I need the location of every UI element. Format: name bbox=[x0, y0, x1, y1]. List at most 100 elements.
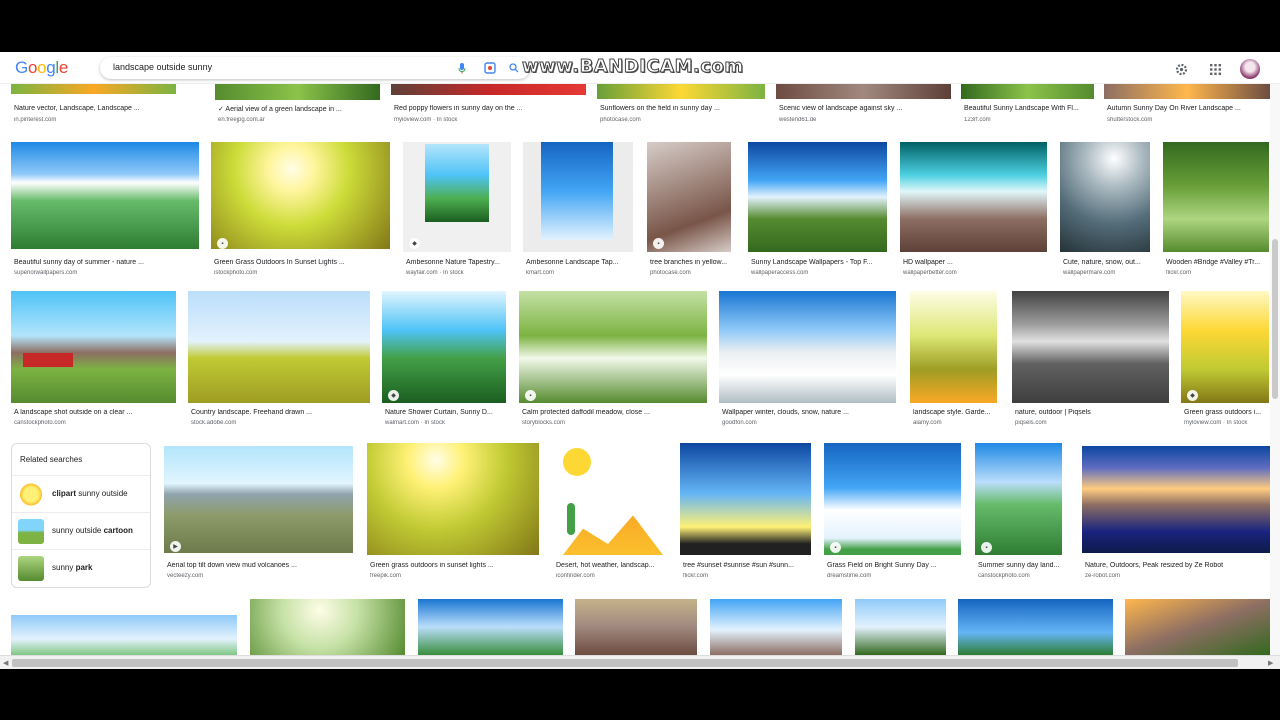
horizontal-scrollbar-thumb[interactable] bbox=[12, 659, 1238, 667]
image-result[interactable]: Scenic view of landscape against sky ...… bbox=[776, 81, 951, 127]
result-caption[interactable]: Summer sunny day land... bbox=[978, 562, 1063, 569]
image-result[interactable] bbox=[11, 615, 237, 655]
result-caption[interactable]: nature, outdoor | Piqsels bbox=[1015, 409, 1170, 416]
image-result[interactable]: Red poppy flowers in sunny day on the ..… bbox=[391, 81, 586, 127]
result-caption[interactable]: ✓ Aerial view of a green landscape in ..… bbox=[218, 105, 378, 113]
microphone-icon[interactable] bbox=[455, 61, 469, 75]
result-caption[interactable]: Green grass outdoors i... bbox=[1184, 409, 1270, 416]
gear-icon[interactable] bbox=[1172, 60, 1190, 78]
result-caption[interactable]: landscape style. Garde... bbox=[913, 409, 998, 416]
result-caption[interactable]: tree branches in yellow... bbox=[650, 259, 732, 266]
image-result[interactable]: Nature, Outdoors, Peak resized by Ze Rob… bbox=[1082, 446, 1270, 586]
result-caption[interactable]: Ambesonne Landscape Tap... bbox=[526, 259, 634, 266]
result-caption[interactable]: Green Grass Outdoors In Sunset Lights ..… bbox=[214, 259, 389, 266]
search-input[interactable]: landscape outside sunny bbox=[100, 57, 530, 79]
image-result[interactable] bbox=[1125, 599, 1270, 655]
result-source: istockphoto.com bbox=[214, 270, 258, 276]
image-result[interactable] bbox=[418, 599, 563, 655]
search-query-text[interactable]: landscape outside sunny bbox=[113, 62, 212, 72]
image-result[interactable]: tree #sunset #sunrise #sun #sunn... flic… bbox=[680, 443, 811, 586]
result-caption[interactable]: Green grass outdoors in sunset lights ..… bbox=[370, 562, 540, 569]
image-result[interactable]: nature, outdoor | Piqsels piqsels.com bbox=[1012, 291, 1169, 431]
result-caption[interactable]: Nature, Outdoors, Peak resized by Ze Rob… bbox=[1085, 562, 1271, 569]
related-search-cartoon[interactable]: sunny outside cartoon bbox=[12, 512, 150, 548]
result-caption[interactable]: Sunflowers on the field in sunny day ... bbox=[600, 105, 760, 112]
image-result[interactable]: Cute, nature, snow, out... wallpapermare… bbox=[1060, 142, 1150, 280]
result-source: flickr.com bbox=[1166, 270, 1192, 276]
camera-lens-icon[interactable] bbox=[483, 61, 497, 75]
result-caption[interactable]: Wallpaper winter, clouds, snow, nature .… bbox=[722, 409, 897, 416]
image-result[interactable]: Nature vector, Landscape, Landscape ... … bbox=[11, 81, 176, 127]
image-result[interactable]: Wooden #Bridge #Valley #Tr... flickr.com bbox=[1163, 142, 1269, 280]
result-caption[interactable]: Sunny Landscape Wallpapers - Top F... bbox=[751, 259, 888, 266]
image-result[interactable] bbox=[250, 599, 405, 655]
result-caption[interactable]: Wooden #Bridge #Valley #Tr... bbox=[1166, 259, 1270, 266]
image-result[interactable]: ▪ Calm protected daffodil meadow, close … bbox=[519, 291, 707, 431]
image-result[interactable]: Sunny Landscape Wallpapers - Top F... wa… bbox=[748, 142, 887, 280]
result-source: myloview.com · In stock bbox=[394, 117, 458, 123]
result-source: wayfair.com · In stock bbox=[406, 270, 464, 276]
related-search-clipart[interactable]: clipart sunny outside bbox=[12, 475, 150, 511]
image-result[interactable]: Beautiful sunny day of summer - nature .… bbox=[11, 142, 199, 280]
image-result[interactable]: ◆ Green grass outdoors i... myloview.com… bbox=[1181, 291, 1269, 431]
result-caption[interactable]: A landscape shot outside on a clear ... bbox=[14, 409, 176, 416]
image-result[interactable]: Sunflowers on the field in sunny day ...… bbox=[597, 81, 765, 127]
image-result[interactable]: landscape style. Garde... alamy.com bbox=[910, 291, 997, 431]
result-source: piqsels.com bbox=[1015, 420, 1047, 426]
image-result[interactable]: Wallpaper winter, clouds, snow, nature .… bbox=[719, 291, 896, 431]
result-caption[interactable]: Beautiful sunny day of summer - nature .… bbox=[14, 259, 199, 266]
image-result[interactable]: HD wallpaper ... wallpaperbetter.com bbox=[900, 142, 1047, 280]
google-logo[interactable]: Google bbox=[15, 58, 68, 78]
image-result[interactable]: ▪ tree branches in yellow... photocase.c… bbox=[647, 142, 731, 280]
apps-grid-icon[interactable] bbox=[1206, 60, 1224, 78]
result-caption[interactable]: Calm protected daffodil meadow, close ..… bbox=[522, 409, 707, 416]
result-caption[interactable]: Beautiful Sunny Landscape With Fl... bbox=[964, 105, 1094, 112]
related-search-label[interactable]: clipart sunny outside bbox=[52, 489, 128, 498]
result-caption[interactable]: Scenic view of landscape against sky ... bbox=[779, 105, 949, 112]
result-caption[interactable]: HD wallpaper ... bbox=[903, 259, 1048, 266]
image-result[interactable] bbox=[855, 599, 946, 655]
result-source: ze-robot.com bbox=[1085, 573, 1121, 579]
image-result[interactable]: Beautiful Sunny Landscape With Fl... 123… bbox=[961, 81, 1094, 127]
result-caption[interactable]: Red poppy flowers in sunny day on the ..… bbox=[394, 105, 584, 112]
result-caption[interactable]: Aerial top tilt down view mud volcanoes … bbox=[167, 562, 353, 569]
vertical-scrollbar-thumb[interactable] bbox=[1272, 239, 1278, 399]
image-result[interactable]: Autumn Sunny Day On River Landscape ... … bbox=[1104, 81, 1270, 127]
image-result[interactable]: Desert, hot weather, landscap... iconfin… bbox=[553, 443, 667, 586]
image-result[interactable] bbox=[575, 599, 697, 655]
result-caption[interactable]: Grass Field on Bright Sunny Day ... bbox=[827, 562, 962, 569]
result-caption[interactable]: tree #sunset #sunrise #sun #sunn... bbox=[683, 562, 812, 569]
image-result[interactable] bbox=[710, 599, 842, 655]
image-result[interactable]: ▪ Summer sunny day land... canstockphoto… bbox=[975, 443, 1062, 586]
result-caption[interactable]: Autumn Sunny Day On River Landscape ... bbox=[1107, 105, 1267, 112]
horizontal-scrollbar[interactable]: ◀ ▶ bbox=[0, 655, 1280, 669]
image-result[interactable] bbox=[958, 599, 1113, 655]
result-source: wallpapermare.com bbox=[1063, 270, 1116, 276]
image-result[interactable]: ◆ Ambesonne Nature Tapestry... wayfair.c… bbox=[403, 142, 511, 280]
related-search-label[interactable]: sunny park bbox=[52, 563, 92, 572]
image-result[interactable]: ▪ Green Grass Outdoors In Sunset Lights … bbox=[211, 142, 390, 280]
image-result[interactable]: Ambesonne Landscape Tap... kmart.com bbox=[523, 142, 633, 280]
search-icon[interactable] bbox=[507, 61, 521, 75]
result-source: photocase.com bbox=[650, 270, 691, 276]
vertical-scrollbar[interactable] bbox=[1270, 84, 1280, 655]
image-result[interactable]: Country landscape. Freehand drawn ... st… bbox=[188, 291, 370, 431]
image-result[interactable]: Green grass outdoors in sunset lights ..… bbox=[367, 443, 539, 586]
result-caption[interactable]: Nature Shower Curtain, Sunny D... bbox=[385, 409, 507, 416]
avatar[interactable] bbox=[1240, 59, 1260, 79]
related-search-park[interactable]: sunny park bbox=[12, 549, 150, 585]
result-caption[interactable]: Cute, nature, snow, out... bbox=[1063, 259, 1151, 266]
scroll-right-icon[interactable]: ▶ bbox=[1268, 659, 1273, 667]
result-caption[interactable]: Ambesonne Nature Tapestry... bbox=[406, 259, 511, 266]
image-result[interactable]: ◆ Nature Shower Curtain, Sunny D... walm… bbox=[382, 291, 506, 431]
image-result[interactable]: ✓ Aerial view of a green landscape in ..… bbox=[215, 81, 380, 127]
result-caption[interactable]: Nature vector, Landscape, Landscape ... bbox=[14, 105, 174, 112]
image-result[interactable]: A landscape shot outside on a clear ... … bbox=[11, 291, 176, 431]
result-source: goodfon.com bbox=[722, 420, 757, 426]
result-caption[interactable]: Desert, hot weather, landscap... bbox=[556, 562, 668, 569]
image-result[interactable]: ▪ Grass Field on Bright Sunny Day ... dr… bbox=[824, 443, 961, 586]
related-search-label[interactable]: sunny outside cartoon bbox=[52, 526, 133, 535]
result-caption[interactable]: Country landscape. Freehand drawn ... bbox=[191, 409, 371, 416]
scroll-left-icon[interactable]: ◀ bbox=[3, 659, 8, 667]
image-result[interactable]: ▶ Aerial top tilt down view mud volcanoe… bbox=[164, 446, 353, 586]
